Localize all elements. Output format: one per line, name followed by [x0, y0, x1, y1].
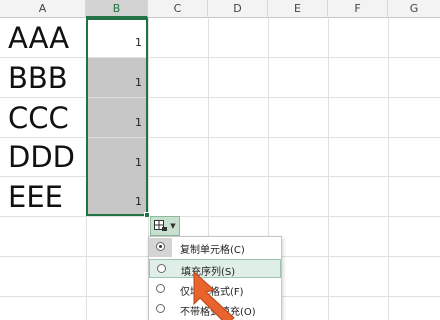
radio-button[interactable]: [156, 284, 165, 293]
column-header-a[interactable]: A: [0, 0, 86, 18]
cell-b3[interactable]: 1: [87, 98, 147, 137]
cell-a5[interactable]: EEE: [8, 180, 63, 214]
column-header-d[interactable]: D: [208, 0, 268, 18]
menu-item-label: 不带格式填充(O): [180, 307, 256, 318]
cell-a2[interactable]: BBB: [8, 61, 68, 95]
menu-item-fill-without-formatting[interactable]: 不带格式填充(O): [149, 300, 281, 319]
grid-line: [388, 18, 389, 320]
column-header-f[interactable]: F: [328, 0, 388, 18]
menu-item-copy-cells[interactable]: 复制单元格(C): [149, 238, 281, 257]
column-header-e[interactable]: E: [268, 0, 328, 18]
cell-value: 1: [135, 76, 142, 89]
grid-line: [0, 176, 440, 177]
column-header-b[interactable]: B: [86, 0, 148, 18]
cell-value: 1: [135, 36, 142, 49]
radio-button[interactable]: [156, 304, 165, 313]
radio-button[interactable]: [157, 264, 166, 273]
cell-a4[interactable]: DDD: [8, 140, 75, 174]
menu-item-fill-series[interactable]: 填充序列(S): [149, 259, 281, 278]
menu-item-label: 仅填充格式(F): [180, 287, 244, 298]
column-header-c[interactable]: C: [148, 0, 208, 18]
auto-fill-options-menu: 复制单元格(C) 填充序列(S) 仅填充格式(F) 不带格式填充(O): [148, 236, 282, 320]
chevron-down-icon: ▼: [170, 222, 176, 230]
column-header-g[interactable]: G: [388, 0, 440, 18]
grid-line: [328, 18, 329, 320]
cell-value: 1: [135, 116, 142, 129]
cell-a3[interactable]: CCC: [8, 101, 69, 135]
menu-item-label: 复制单元格(C): [180, 245, 245, 256]
menu-item-fill-formatting-only[interactable]: 仅填充格式(F): [149, 280, 281, 299]
cell-value: 1: [135, 195, 142, 208]
menu-item-label: 填充序列(S): [181, 267, 236, 278]
cell-a1[interactable]: AAA: [8, 21, 69, 55]
auto-fill-options-icon: [154, 220, 168, 231]
cell-b5[interactable]: 1: [87, 177, 147, 216]
grid-line: [0, 216, 440, 217]
cell-b4[interactable]: 1: [87, 138, 147, 177]
grid-line: [0, 57, 440, 58]
cell-b2[interactable]: 1: [87, 58, 147, 97]
auto-fill-options-button[interactable]: ▼: [150, 216, 180, 236]
grid-line: [0, 97, 440, 98]
column-header-row: A B C D E F G: [0, 0, 440, 18]
radio-button-selected[interactable]: [156, 242, 165, 251]
cell-value: 1: [135, 156, 142, 169]
grid-line: [0, 137, 440, 138]
cell-b1[interactable]: 1: [87, 18, 147, 57]
